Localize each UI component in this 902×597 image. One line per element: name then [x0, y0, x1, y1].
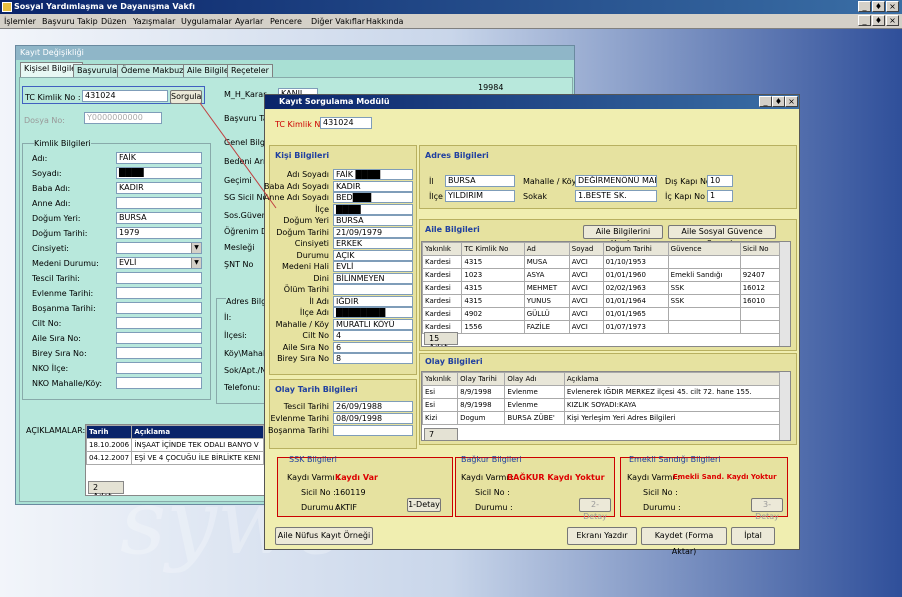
pointer-line — [199, 102, 277, 209]
